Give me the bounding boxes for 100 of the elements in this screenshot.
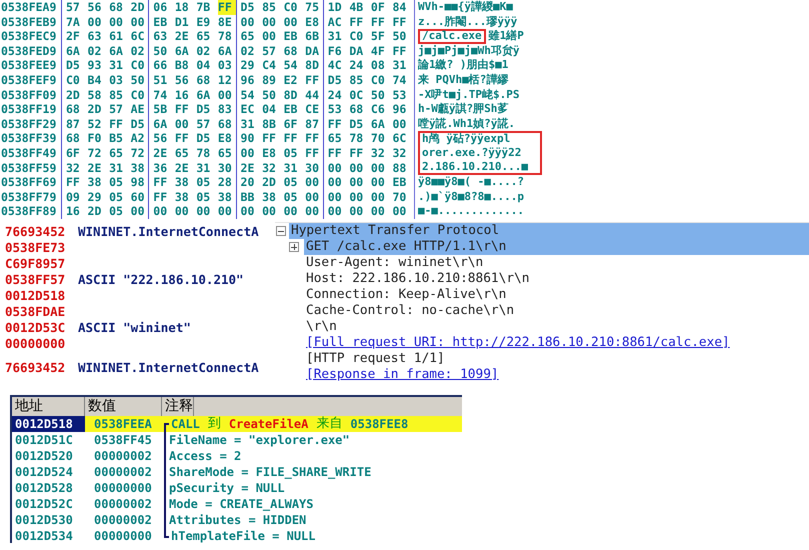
address-cell[interactable]: 0012D530 [12,512,85,528]
comment-text: hTemplateFile = NULL [171,528,316,544]
hex-byte: 83 [218,102,237,117]
hex-byte: 57 [196,116,212,132]
address-cell[interactable]: 0012D524 [12,464,85,480]
address-cell: 0538FEB9 [0,14,62,30]
hex-byte: 68 [66,131,81,146]
hex-byte: EC [240,102,256,117]
collapse-icon[interactable] [276,226,286,236]
hex-byte: 8B [262,116,277,132]
hex-byte: 5F [370,29,386,44]
stack-address: 0538FDAE [4,304,66,320]
hex-byte: 31 [328,29,343,44]
hex-byte: 38 [218,190,237,204]
hex-byte: E8 [218,131,237,146]
hex-byte: 00 [349,160,364,176]
hex-byte: 2D [88,204,102,219]
ascii-text: 2.186.10.210...■ [418,160,542,176]
hex-byte: EB [284,102,298,117]
hex-byte: 54 [240,88,256,102]
address-cell: 0538FF19 [0,102,62,117]
hex-byte: 4B [349,0,364,15]
hex-byte: 56 [88,0,102,15]
comment-text: 0538FEE8 [350,416,408,432]
hex-byte: 03 [218,58,237,73]
address-cell[interactable]: 0012D51C [12,432,85,448]
hex-byte: 4C [328,58,343,73]
hex-byte: D5 [196,131,212,146]
hex-byte: 30 [218,160,237,176]
address-cell[interactable]: 0012D520 [12,448,85,464]
hex-byte: C0 [284,0,298,15]
hex-byte: 8D [305,58,324,73]
hex-byte: 00 [305,204,324,219]
hex-byte: D5 [328,72,343,88]
hex-byte: 74 [392,72,408,88]
address-cell[interactable]: 0012D528 [12,480,85,496]
address-cell[interactable]: 0012D52C [12,496,85,512]
hex-byte: E9 [196,14,212,30]
hex-byte: 00 [370,160,386,176]
hex-byte: 00 [262,14,277,30]
address-cell: 0538FF29 [0,116,62,132]
hex-byte: 65 [240,29,256,44]
hex-byte: 6A [109,44,124,58]
hex-byte: 96 [240,72,256,88]
stack-address: 0012D53C [4,320,66,336]
header-field: Cache-Control: no-cache\r\n [304,303,514,319]
hex-byte: 6B [305,29,324,44]
hex-byte: 68 [284,44,298,58]
hex-byte: 56 [153,131,168,146]
protocol-tree-item[interactable]: GET /calc.exe HTTP/1.1\r\n [304,239,809,255]
hex-byte: 44 [305,88,324,102]
hex-byte: D5 [240,0,256,15]
hex-byte: 00 [174,116,190,132]
hex-byte: 31 [240,116,256,132]
address-cell: 0538FED9 [0,44,62,58]
hex-byte: 58 [88,88,102,102]
hex-byte: 65 [218,146,237,161]
expand-icon[interactable] [289,242,299,252]
hex-byte: 00 [284,204,298,219]
address-cell[interactable]: 0012D518 [12,416,85,432]
hex-byte: 54 [284,58,298,73]
hex-byte: 78 [196,146,212,161]
hex-byte: 1D [328,0,343,15]
link[interactable]: [Full request URI: http://222.186.10.210:8861/calc.exe] [304,335,730,351]
address-cell: 0538FEA9 [0,0,62,15]
hex-byte: 6F [284,116,298,132]
hex-byte: D5 [130,116,150,132]
hex-byte: 38 [88,175,102,190]
link[interactable]: [Response in frame: 1099] [304,367,499,383]
hex-byte: 50 [153,44,168,58]
comment-text: Access = 2 [169,448,242,464]
hex-byte: 2E [174,160,190,176]
hex-byte: 00 [370,175,386,190]
hex-byte: FF [328,146,343,161]
hex-byte: 32 [262,160,277,176]
hex-byte: FF [349,14,364,30]
stack-comment: WININET.InternetConnectA [78,360,259,376]
hex-byte: 61 [109,29,124,44]
hex-byte: 72 [88,146,102,161]
address-cell[interactable]: 0012D534 [12,528,85,544]
hex-byte: FF [328,116,343,132]
hex-byte: 7A [66,14,81,30]
hex-byte: 2E [174,29,190,44]
hex-byte: 65 [328,131,343,146]
ascii-text: h-W甗ÿ諆?胛Sh茤 [418,102,508,117]
address-cell: 0538FEC9 [0,29,62,44]
hex-byte: 04 [196,58,212,73]
protocol-tree-item[interactable]: Hypertext Transfer Protocol [289,223,809,239]
hex-byte: 00 [262,29,277,44]
ascii-text: orer.exe.?ÿÿÿ22 [418,146,542,161]
hex-byte: 32 [370,146,386,161]
hex-byte: 31 [284,160,298,176]
hex-byte: FF [66,175,81,190]
hex-byte: C6 [370,102,386,117]
address-cell: 0538FF39 [0,131,62,146]
ascii-text: 嘡ÿ誮.Wh1媜?ÿ誮. [418,116,515,132]
hex-byte: 00 [174,204,190,219]
comment-text: 来自 [316,416,342,432]
ascii-text: z...胙閹...璆ÿÿÿ [418,14,518,30]
hex-byte: F6 [328,44,343,58]
